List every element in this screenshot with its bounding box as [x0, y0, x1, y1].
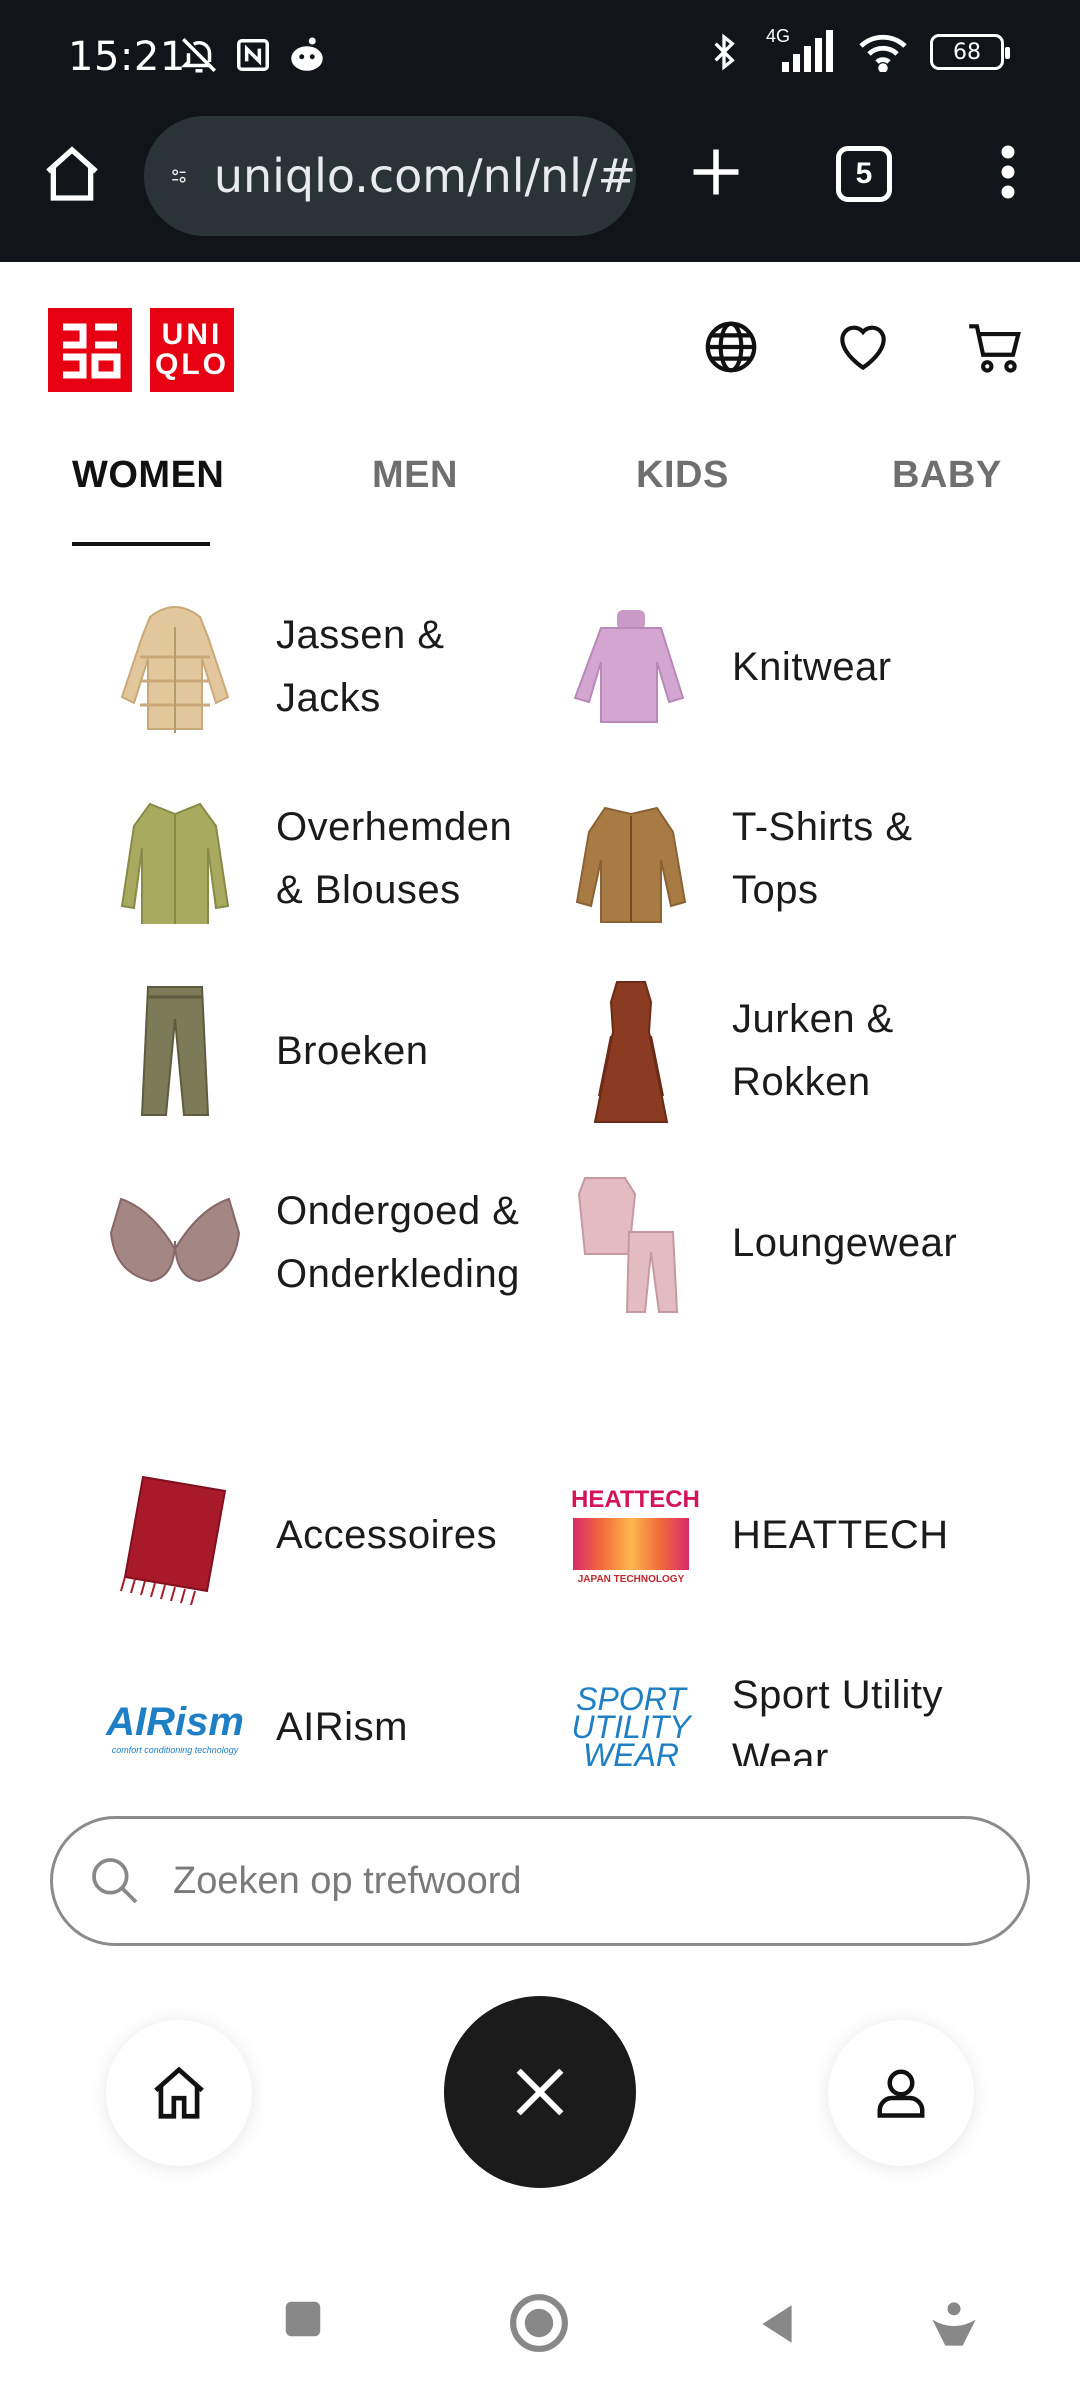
category-label: Jurken & Rokken — [732, 997, 894, 1104]
browser-home-icon[interactable] — [40, 142, 104, 206]
category-jassen-jacks[interactable]: Jassen & Jacks — [100, 592, 516, 742]
close-menu-button[interactable] — [444, 1996, 636, 2188]
logo-text-bottom: QLO — [155, 348, 229, 381]
site-settings-icon[interactable] — [170, 152, 188, 200]
new-tab-icon[interactable] — [686, 142, 746, 202]
category-loungewear[interactable]: Loungewear — [556, 1168, 992, 1318]
pajamas-image — [556, 1168, 706, 1318]
trousers-image — [100, 976, 250, 1126]
status-time: 15:21 — [68, 34, 186, 80]
heattech-logo-grid — [573, 1517, 689, 1570]
battery-icon: 68 — [930, 34, 1010, 70]
airism-logo: AIRism comfort conditioning technology — [100, 1652, 250, 1766]
back-icon[interactable] — [752, 2296, 802, 2352]
status-icons-left — [178, 34, 328, 76]
tab-baby[interactable]: BABY — [892, 454, 1002, 497]
blouse-image — [100, 784, 250, 934]
address-bar[interactable]: uniqlo.com/nl/nl/# — [144, 116, 636, 236]
puffer-jacket-image — [100, 592, 250, 742]
logo-katakana — [48, 308, 132, 392]
category-label: AIRism — [276, 1704, 408, 1749]
browser-toolbar: uniqlo.com/nl/nl/# 5 — [0, 112, 1080, 262]
logo-latin: UNI QLO — [150, 308, 234, 392]
url-text[interactable]: uniqlo.com/nl/nl/# — [214, 149, 636, 203]
active-tab-indicator — [72, 542, 210, 546]
sport-utility-wear-logo: SPORT UTILITY WEAR — [556, 1652, 706, 1766]
bluetooth-icon — [714, 33, 735, 71]
category-knitwear[interactable]: Knitwear — [556, 592, 992, 742]
uniqlo-logo[interactable]: UNI QLO — [48, 308, 234, 392]
fleece-jacket-image — [556, 784, 706, 934]
category-grid: Jassen & Jacks Knitwear Overhemden & Blo… — [0, 570, 1080, 1766]
app-notification-icon — [291, 37, 323, 71]
search-box[interactable] — [50, 1816, 1030, 1946]
battery-level: 68 — [953, 39, 981, 65]
category-label: Broeken — [276, 1028, 429, 1073]
close-icon — [516, 2068, 564, 2116]
assistant-icon[interactable] — [928, 2296, 980, 2352]
airism-logo-sub: comfort conditioning technology — [111, 1744, 239, 1755]
category-label: HEATTECH — [732, 1512, 949, 1557]
tab-men[interactable]: MEN — [372, 454, 458, 497]
site-header: UNI QLO — [0, 262, 1080, 432]
category-sport-utility-wear[interactable]: SPORT UTILITY WEAR Sport Utility Wear — [556, 1652, 992, 1766]
dress-image — [556, 976, 706, 1126]
browser-chrome: 15:21 4G 68 uniqlo.com/nl/nl/# 5 — [0, 0, 1080, 262]
home-nav-icon[interactable] — [508, 2292, 570, 2354]
category-label: Accessoires — [276, 1512, 498, 1557]
category-ondergoed-onderkleding[interactable]: Ondergoed & Onderkleding — [100, 1168, 526, 1318]
cart-icon[interactable] — [964, 316, 1026, 378]
category-label: Ondergoed & Onderkleding — [276, 1189, 520, 1296]
nav-account-button[interactable] — [828, 2020, 974, 2166]
heattech-logo: HEATTECH JAPAN TECHNOLOGY — [556, 1460, 706, 1610]
category-overhemden-blouses[interactable]: Overhemden & Blouses — [100, 784, 536, 934]
tab-kids[interactable]: KIDS — [636, 454, 729, 497]
account-icon — [877, 2069, 925, 2118]
category-label: Overhemden & Blouses — [276, 805, 513, 912]
suw-logo-line3: WEAR — [583, 1737, 679, 1766]
category-jurken-rokken[interactable]: Jurken & Rokken — [556, 976, 972, 1126]
category-label: Knitwear — [732, 644, 892, 689]
category-heattech[interactable]: HEATTECH JAPAN TECHNOLOGY HEATTECH — [556, 1460, 992, 1610]
bottom-sheet — [0, 1766, 1080, 2266]
category-tshirts-tops[interactable]: T-Shirts & Tops — [556, 784, 972, 934]
category-label: Jassen & Jacks — [276, 613, 445, 720]
search-icon — [92, 1858, 138, 1904]
header-icons — [700, 316, 1026, 378]
wifi-icon — [859, 34, 907, 72]
gender-tabs: WOMEN MEN KIDS BABY — [0, 432, 1080, 552]
tab-switcher-button[interactable]: 5 — [836, 146, 892, 202]
search-input[interactable] — [173, 1859, 933, 1903]
bra-image — [100, 1168, 250, 1318]
airism-logo-title: AIRism — [106, 1699, 244, 1744]
status-bar: 15:21 4G 68 — [0, 0, 1080, 118]
nav-home-button[interactable] — [106, 2020, 252, 2166]
category-label: Sport Utility Wear — [732, 1673, 943, 1766]
logo-text-top: UNI — [161, 318, 223, 351]
category-accessoires[interactable]: Accessoires — [100, 1460, 536, 1610]
category-label: Loungewear — [732, 1220, 958, 1265]
turtleneck-sweater-image — [556, 592, 706, 742]
globe-icon[interactable] — [700, 316, 762, 378]
tab-women[interactable]: WOMEN — [72, 454, 224, 497]
nfc-icon — [237, 39, 269, 71]
system-navigation-bar — [0, 2266, 1080, 2400]
status-icons-right: 4G 68 — [704, 26, 1010, 74]
cell-signal-icon: 4G — [766, 26, 836, 74]
category-label: T-Shirts & Tops — [732, 805, 913, 912]
home-icon — [154, 2066, 204, 2119]
category-broeken[interactable]: Broeken — [100, 976, 516, 1126]
heattech-logo-sub: JAPAN TECHNOLOGY — [577, 1573, 685, 1585]
heart-icon[interactable] — [832, 316, 894, 378]
heattech-logo-title: HEATTECH — [571, 1485, 700, 1513]
recents-icon[interactable] — [280, 2296, 326, 2342]
scarf-image — [100, 1460, 250, 1610]
browser-menu-icon[interactable] — [990, 142, 1026, 202]
category-airism[interactable]: AIRism comfort conditioning technology A… — [100, 1652, 516, 1766]
bell-off-icon — [180, 38, 216, 73]
